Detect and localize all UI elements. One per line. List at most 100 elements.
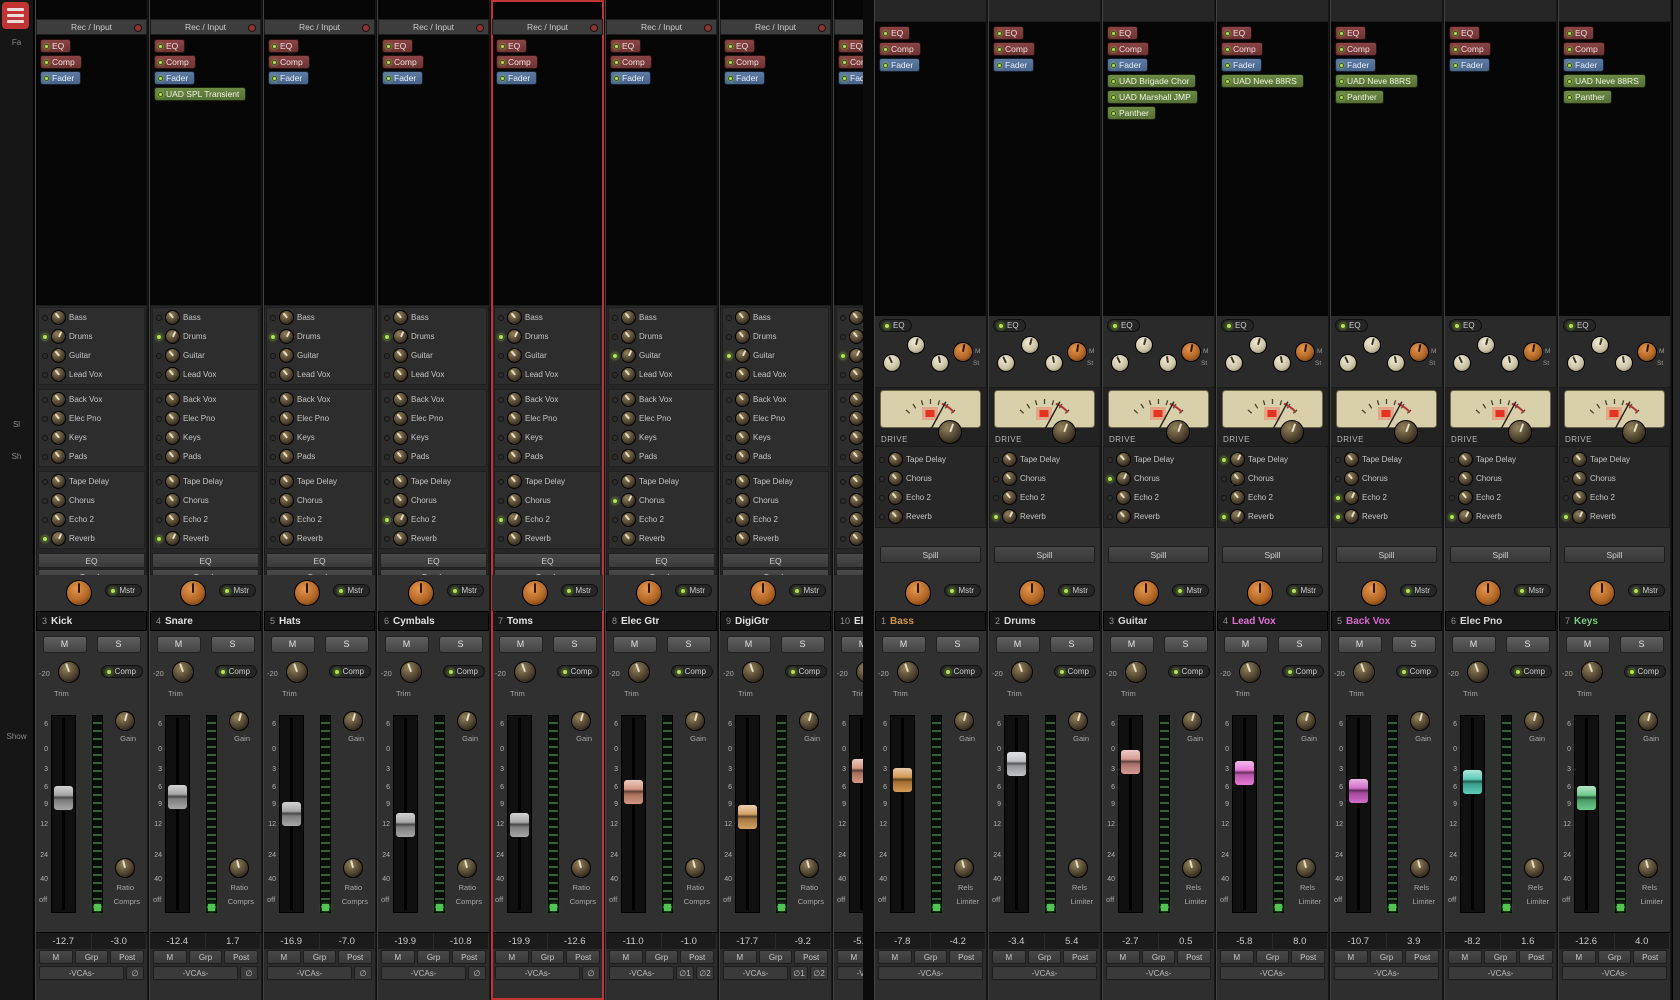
send-active-led[interactable] bbox=[384, 479, 390, 485]
mute-button[interactable]: M bbox=[1452, 636, 1496, 653]
send-active-led[interactable] bbox=[726, 498, 732, 504]
send-level-knob[interactable] bbox=[165, 348, 180, 363]
comp-mode-selector[interactable]: Comprs bbox=[342, 897, 368, 906]
spill-button[interactable]: Spill bbox=[1564, 546, 1665, 563]
comp-release-knob[interactable] bbox=[1068, 858, 1088, 878]
mute-button[interactable]: M bbox=[385, 636, 429, 653]
send-active-led[interactable] bbox=[270, 454, 276, 460]
send-active-led[interactable] bbox=[993, 495, 999, 501]
send-level-knob[interactable] bbox=[735, 512, 750, 527]
send-level-knob[interactable] bbox=[849, 329, 863, 344]
comp-release-knob[interactable] bbox=[1182, 858, 1202, 878]
mute-button[interactable]: M bbox=[727, 636, 771, 653]
send-level-knob[interactable] bbox=[849, 348, 863, 363]
group-button[interactable]: Grp bbox=[645, 950, 679, 964]
processor-plugin[interactable]: Panther bbox=[1563, 90, 1612, 104]
comp-enable-button[interactable]: Comp bbox=[1282, 665, 1324, 678]
processor-comp[interactable]: Comp bbox=[993, 42, 1035, 56]
send-level-knob[interactable] bbox=[51, 310, 66, 325]
send-active-led[interactable] bbox=[498, 454, 504, 460]
send-level-knob[interactable] bbox=[507, 411, 522, 426]
send-level-knob[interactable] bbox=[621, 474, 636, 489]
eq-gain-knob[interactable] bbox=[1181, 342, 1201, 362]
processor-comp[interactable]: Comp bbox=[879, 42, 921, 56]
post-button[interactable]: Post bbox=[1063, 950, 1097, 964]
send-active-led[interactable] bbox=[270, 517, 276, 523]
trim-knob[interactable] bbox=[1125, 661, 1147, 683]
meter-point-button[interactable]: M bbox=[381, 950, 415, 964]
send-level-knob[interactable] bbox=[1116, 509, 1131, 524]
processor-fader[interactable]: Fader bbox=[154, 71, 195, 85]
send-level-knob[interactable] bbox=[621, 329, 636, 344]
pan-knob[interactable] bbox=[636, 580, 662, 606]
send-active-led[interactable] bbox=[156, 416, 162, 422]
send-level-knob[interactable] bbox=[621, 430, 636, 445]
send-active-led[interactable] bbox=[270, 397, 276, 403]
eq-section-header[interactable]: EQ bbox=[722, 553, 829, 568]
send-active-led[interactable] bbox=[1221, 514, 1227, 520]
fader-handle[interactable] bbox=[851, 758, 863, 784]
comp-makeup-gain-knob[interactable] bbox=[457, 711, 477, 731]
processor-fader[interactable]: Fader bbox=[1107, 58, 1148, 72]
eq-enable-button[interactable]: EQ bbox=[1107, 319, 1140, 332]
pan-knob[interactable] bbox=[1361, 580, 1387, 606]
send-active-led[interactable] bbox=[1449, 457, 1455, 463]
processor-eq[interactable]: EQ bbox=[1563, 26, 1594, 40]
eq-section-header[interactable]: EQ bbox=[38, 553, 145, 568]
send-active-led[interactable] bbox=[612, 397, 618, 403]
group-button[interactable]: Grp bbox=[531, 950, 565, 964]
fader-gain-readout[interactable]: -12.6 bbox=[1559, 933, 1615, 949]
send-active-led[interactable] bbox=[726, 315, 732, 321]
meter-point-button[interactable]: M bbox=[878, 950, 912, 964]
send-level-knob[interactable] bbox=[849, 392, 863, 407]
comp-release-knob[interactable] bbox=[1638, 858, 1658, 878]
eq-high-knob[interactable] bbox=[1567, 354, 1585, 372]
send-active-led[interactable] bbox=[879, 457, 885, 463]
fader-track[interactable] bbox=[1118, 715, 1143, 913]
send-level-knob[interactable] bbox=[735, 531, 750, 546]
rec-input-header[interactable]: Rec / Input bbox=[492, 19, 603, 35]
meter-point-button[interactable]: M bbox=[1562, 950, 1596, 964]
send-active-led[interactable] bbox=[612, 372, 618, 378]
master-assign-button[interactable]: Mstr bbox=[789, 584, 826, 597]
processor-eq[interactable]: EQ bbox=[1107, 26, 1138, 40]
eq-enable-button[interactable]: EQ bbox=[879, 319, 912, 332]
send-level-knob[interactable] bbox=[165, 474, 180, 489]
record-arm-indicator[interactable] bbox=[590, 24, 598, 32]
channel-name-bar[interactable]: 5Hats bbox=[264, 611, 375, 631]
send-active-led[interactable] bbox=[840, 334, 846, 340]
rec-input-header[interactable]: Rec / Input bbox=[264, 19, 375, 35]
pan-knob[interactable] bbox=[905, 580, 931, 606]
send-level-knob[interactable] bbox=[1230, 471, 1245, 486]
send-level-knob[interactable] bbox=[279, 348, 294, 363]
comp-enable-button[interactable]: Comp bbox=[1396, 665, 1438, 678]
channel-name-bar[interactable]: 6Cymbals bbox=[378, 611, 489, 631]
send-level-knob[interactable] bbox=[1116, 471, 1131, 486]
meter-peak-readout[interactable]: 8.0 bbox=[1273, 933, 1329, 949]
mute-button[interactable]: M bbox=[1566, 636, 1610, 653]
processor-eq[interactable]: EQ bbox=[724, 39, 755, 53]
meter-point-button[interactable]: M bbox=[267, 950, 301, 964]
send-active-led[interactable] bbox=[156, 372, 162, 378]
meter-point-button[interactable]: M bbox=[1448, 950, 1482, 964]
tape-drive-knob[interactable] bbox=[1166, 420, 1190, 444]
send-level-knob[interactable] bbox=[1344, 509, 1359, 524]
comp-release-knob[interactable] bbox=[1410, 858, 1430, 878]
send-level-knob[interactable] bbox=[165, 392, 180, 407]
master-assign-button[interactable]: Mstr bbox=[675, 584, 712, 597]
trim-knob[interactable] bbox=[400, 661, 422, 683]
comp-ratio-knob[interactable] bbox=[685, 858, 705, 878]
processor-fader[interactable]: Fader bbox=[838, 71, 863, 85]
fader-track[interactable] bbox=[165, 715, 190, 913]
send-active-led[interactable] bbox=[384, 372, 390, 378]
send-active-led[interactable] bbox=[498, 517, 504, 523]
meter-peak-readout[interactable]: -12.6 bbox=[548, 933, 604, 949]
comp-enable-button[interactable]: Comp bbox=[215, 665, 257, 678]
send-level-knob[interactable] bbox=[165, 367, 180, 382]
send-level-knob[interactable] bbox=[393, 329, 408, 344]
post-button[interactable]: Post bbox=[949, 950, 983, 964]
send-level-knob[interactable] bbox=[1458, 452, 1473, 467]
send-level-knob[interactable] bbox=[165, 329, 180, 344]
comp-release-knob[interactable] bbox=[1524, 858, 1544, 878]
send-level-knob[interactable] bbox=[849, 474, 863, 489]
